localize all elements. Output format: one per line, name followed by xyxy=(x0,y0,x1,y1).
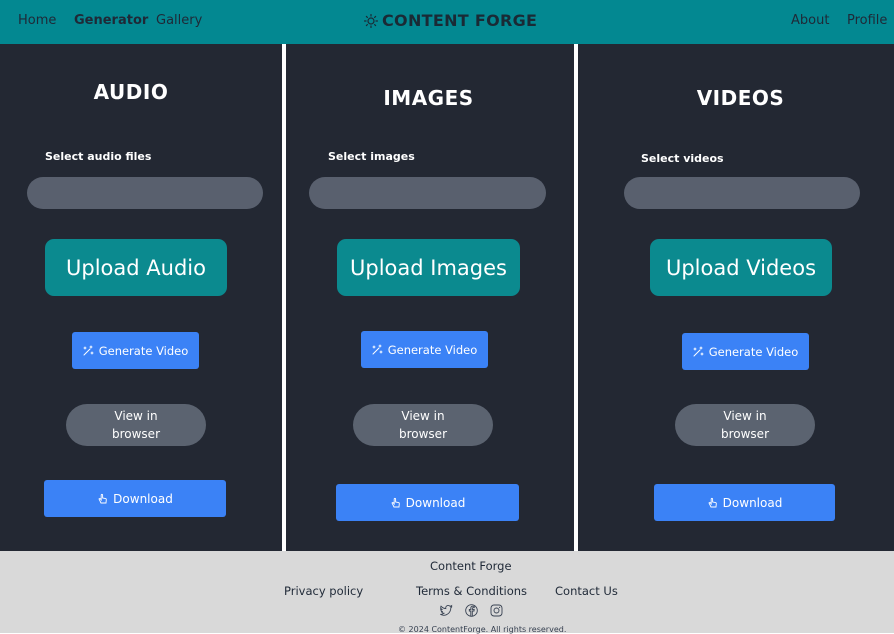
audio-file-input[interactable] xyxy=(27,177,263,209)
images-select-label: Select images xyxy=(328,150,415,163)
terms-conditions-link[interactable]: Terms & Conditions xyxy=(416,584,527,598)
facebook-icon[interactable] xyxy=(465,604,478,617)
images-file-input[interactable] xyxy=(309,177,546,209)
nav-home-link[interactable]: Home xyxy=(18,13,56,28)
upload-videos-button[interactable]: Upload Videos xyxy=(650,239,832,296)
instagram-icon[interactable] xyxy=(490,604,503,617)
images-download-label: Download xyxy=(405,495,466,510)
audio-panel-title: AUDIO xyxy=(93,80,169,104)
magic-wand-icon xyxy=(693,346,704,357)
images-generate-label: Generate Video xyxy=(387,342,478,357)
nav-profile-link[interactable]: Profile xyxy=(847,13,887,28)
images-panel xyxy=(286,44,574,551)
videos-view-in-browser-button[interactable]: View in browser xyxy=(675,404,815,446)
audio-generate-label: Generate Video xyxy=(98,343,189,358)
audio-generate-video-button[interactable]: Generate Video xyxy=(72,332,199,369)
videos-panel xyxy=(578,44,894,551)
nav-generator-link[interactable]: Generator xyxy=(74,13,148,28)
privacy-policy-link[interactable]: Privacy policy xyxy=(284,584,363,598)
audio-view-in-browser-button[interactable]: View in browser xyxy=(66,404,206,446)
videos-panel-title: VIDEOS xyxy=(696,86,785,110)
contact-us-link[interactable]: Contact Us xyxy=(555,584,618,598)
videos-select-label: Select videos xyxy=(641,152,724,165)
audio-view-label: View in browser xyxy=(111,409,160,441)
images-view-in-browser-button[interactable]: View in browser xyxy=(353,404,493,446)
videos-generate-label: Generate Video xyxy=(708,344,799,359)
brand-logo[interactable]: CONTENT FORGE xyxy=(363,11,538,30)
videos-generate-video-button[interactable]: Generate Video xyxy=(682,333,809,370)
magic-wand-icon xyxy=(83,345,94,356)
videos-view-label: View in browser xyxy=(720,409,769,441)
videos-download-label: Download xyxy=(722,495,783,510)
magic-wand-icon xyxy=(372,344,383,355)
sun-icon xyxy=(363,13,379,29)
nav-gallery-link[interactable]: Gallery xyxy=(156,13,202,28)
top-navbar: Home Generator Gallery CONTENT FORGE Abo… xyxy=(0,0,894,44)
videos-download-button[interactable]: Download xyxy=(654,484,835,521)
hand-pointer-icon xyxy=(391,497,400,508)
images-generate-video-button[interactable]: Generate Video xyxy=(361,331,488,368)
twitter-icon[interactable] xyxy=(440,604,453,617)
images-view-label: View in browser xyxy=(398,409,447,441)
audio-download-label: Download xyxy=(113,491,173,506)
images-download-button[interactable]: Download xyxy=(336,484,519,521)
nav-about-link[interactable]: About xyxy=(791,13,829,28)
brand-name: CONTENT FORGE xyxy=(382,11,538,30)
footer: Content Forge Privacy policy Terms & Con… xyxy=(0,551,894,634)
upload-audio-button[interactable]: Upload Audio xyxy=(45,239,227,296)
audio-panel xyxy=(0,44,282,551)
audio-download-button[interactable]: Download xyxy=(44,480,226,517)
audio-select-label: Select audio files xyxy=(45,150,152,163)
hand-pointer-icon xyxy=(98,493,107,504)
upload-images-button[interactable]: Upload Images xyxy=(337,239,520,296)
footer-brand-name: Content Forge xyxy=(430,559,512,573)
videos-file-input[interactable] xyxy=(624,177,860,209)
hand-pointer-icon xyxy=(708,497,717,508)
images-panel-title: IMAGES xyxy=(383,86,474,110)
